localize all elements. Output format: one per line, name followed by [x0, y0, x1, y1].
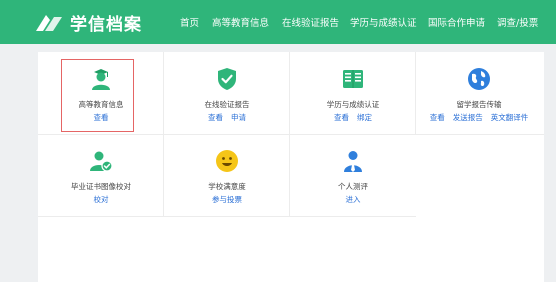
shield-check-icon: [218, 68, 236, 90]
card-links: 查看 绑定: [290, 112, 416, 123]
nav-home[interactable]: 首页: [180, 15, 199, 29]
card-study-abroad-report[interactable]: 留学报告传输 查看 发送报告 英文翻译件: [416, 52, 542, 134]
card-title: 毕业证书图像校对: [71, 182, 131, 191]
card-links: 进入: [290, 194, 416, 205]
view-link[interactable]: 查看: [334, 113, 349, 122]
nav-online-verification-report[interactable]: 在线验证报告: [282, 15, 339, 29]
main-nav: 首页 高等教育信息 在线验证报告 学历与成绩认证 国际合作申请 调查/投票: [0, 15, 556, 29]
smiley-face-icon: [216, 150, 238, 172]
apply-link[interactable]: 申请: [231, 113, 246, 122]
english-translation-link[interactable]: 英文翻译件: [491, 113, 529, 122]
selected-card-highlight: [61, 59, 134, 132]
card-title: 个人测评: [338, 182, 368, 191]
card-title: 学历与成绩认证: [326, 100, 380, 109]
card-links: 查看 发送报告 英文翻译件: [416, 112, 542, 123]
enter-link[interactable]: 进入: [346, 195, 361, 204]
bind-link[interactable]: 绑定: [357, 113, 372, 122]
top-navigation-bar: 学信档案 首页 高等教育信息 在线验证报告 学历与成绩认证 国际合作申请 调查/…: [0, 0, 556, 44]
card-title: 留学报告传输: [456, 100, 502, 109]
open-book-icon: [343, 70, 363, 88]
card-online-verification-report[interactable]: 在线验证报告 查看 申请: [164, 52, 290, 134]
nav-degree-grade-certification[interactable]: 学历与成绩认证: [350, 15, 417, 29]
card-title: 在线验证报告: [204, 100, 250, 109]
view-link[interactable]: 查看: [208, 113, 223, 122]
card-diploma-image-check[interactable]: 毕业证书图像校对 校对: [38, 134, 164, 216]
nav-international-cooperation[interactable]: 国际合作申请: [428, 15, 485, 29]
card-school-satisfaction[interactable]: 学校满意度 参与投票: [164, 134, 290, 216]
card-title: 学校满意度: [208, 182, 246, 191]
card-personal-assessment[interactable]: 个人测评 进入: [290, 134, 416, 216]
person-tie-icon: [344, 151, 362, 172]
card-degree-grade-certification[interactable]: 学历与成绩认证 查看 绑定: [290, 52, 416, 134]
card-links: 参与投票: [164, 194, 290, 205]
nav-higher-education-info[interactable]: 高等教育信息: [212, 15, 269, 29]
globe-icon: [468, 68, 490, 90]
card-links: 校对: [38, 194, 164, 205]
view-link[interactable]: 查看: [430, 113, 445, 122]
nav-survey-vote[interactable]: 调查/投票: [497, 15, 538, 29]
card-links: 查看 申请: [164, 112, 290, 123]
vote-link[interactable]: 参与投票: [212, 195, 242, 204]
verify-link[interactable]: 校对: [94, 195, 109, 204]
grid-divider: [38, 216, 416, 217]
send-report-link[interactable]: 发送报告: [453, 113, 483, 122]
person-check-icon: [90, 151, 113, 172]
